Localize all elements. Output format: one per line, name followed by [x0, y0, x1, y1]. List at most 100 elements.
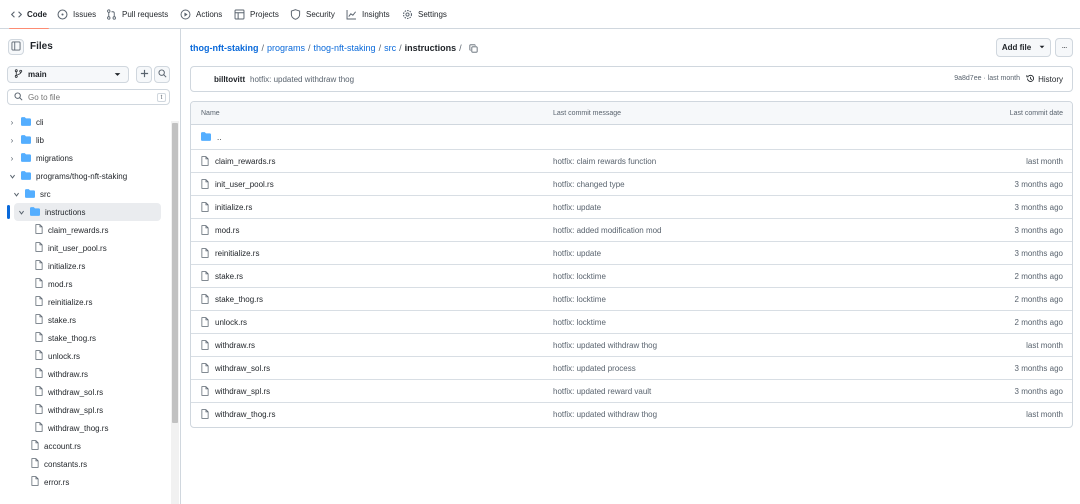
- breadcrumb-link[interactable]: programs: [267, 43, 305, 53]
- go-to-file-field[interactable]: t: [7, 89, 170, 105]
- file-name-link[interactable]: withdraw_spl.rs: [215, 387, 270, 396]
- table-row[interactable]: initialize.rs hotfix: update 3 months ag…: [191, 195, 1072, 218]
- breadcrumb-separator: /: [399, 43, 402, 53]
- file-name-link[interactable]: mod.rs: [215, 226, 239, 235]
- file-icon: [201, 408, 209, 421]
- commit-date: 3 months ago: [1014, 387, 1063, 396]
- file-icon: [35, 368, 43, 380]
- commit-message-link[interactable]: hotfix: locktime: [553, 265, 606, 288]
- table-row[interactable]: withdraw_sol.rs hotfix: updated process …: [191, 356, 1072, 379]
- copy-path-icon[interactable]: [469, 43, 478, 53]
- table-row[interactable]: reinitialize.rs hotfix: update 3 months …: [191, 241, 1072, 264]
- tree-item-label: stake.rs: [48, 315, 77, 325]
- commit-message-link[interactable]: hotfix: locktime: [553, 288, 606, 311]
- tab-pull-requests[interactable]: Pull requests: [106, 0, 168, 29]
- breadcrumb-separator: /: [261, 43, 264, 53]
- commit-message-link[interactable]: hotfix: updated reward vault: [553, 380, 651, 403]
- sidebar-scrollbar[interactable]: [171, 121, 179, 504]
- commit-message-link[interactable]: hotfix: updated process: [553, 357, 636, 380]
- tree-item-cli[interactable]: › cli: [8, 113, 44, 131]
- tab-code[interactable]: Code: [9, 0, 49, 30]
- file-name-link[interactable]: reinitialize.rs: [215, 249, 259, 258]
- table-row[interactable]: mod.rs hotfix: added modification mod 3 …: [191, 218, 1072, 241]
- commit-message-link[interactable]: hotfix: update: [553, 196, 601, 219]
- add-file-button[interactable]: Add file: [996, 38, 1051, 57]
- commit-meta[interactable]: 9a8d7ee · last month: [954, 75, 1020, 82]
- tree-item-file[interactable]: init_user_pool.rs: [35, 239, 107, 257]
- table-row[interactable]: init_user_pool.rs hotfix: changed type 3…: [191, 172, 1072, 195]
- tree-item-file[interactable]: mod.rs: [35, 275, 72, 293]
- file-name-cell: withdraw_thog.rs: [201, 403, 275, 426]
- branch-selector[interactable]: main: [7, 66, 129, 83]
- tree-item-file[interactable]: stake.rs: [35, 311, 76, 329]
- tree-item-programs[interactable]: programs/thog-nft-staking: [8, 167, 127, 185]
- history-button[interactable]: History: [1026, 74, 1063, 85]
- table-row[interactable]: withdraw.rs hotfix: updated withdraw tho…: [191, 333, 1072, 356]
- table-row[interactable]: unlock.rs hotfix: locktime 2 months ago: [191, 310, 1072, 333]
- tree-item-file[interactable]: reinitialize.rs: [35, 293, 92, 311]
- tree-item-file[interactable]: claim_rewards.rs: [35, 221, 108, 239]
- tree-item-file[interactable]: constants.rs: [31, 455, 87, 473]
- tree-item-file[interactable]: account.rs: [31, 437, 81, 455]
- tree-item-file[interactable]: stake_thog.rs: [35, 329, 96, 347]
- file-name-link[interactable]: unlock.rs: [215, 318, 247, 327]
- file-name-link[interactable]: withdraw_thog.rs: [215, 410, 275, 419]
- tab-insights[interactable]: Insights: [346, 0, 390, 29]
- tree-item-label: migrations: [36, 153, 73, 163]
- commit-message-link[interactable]: hotfix: changed type: [553, 173, 625, 196]
- file-name-link[interactable]: stake.rs: [215, 272, 243, 281]
- commit-message[interactable]: hotfix: updated withdraw thog: [250, 75, 354, 84]
- tab-actions[interactable]: Actions: [180, 0, 222, 29]
- table-row[interactable]: claim_rewards.rs hotfix: claim rewards f…: [191, 149, 1072, 172]
- commit-message-link[interactable]: hotfix: updated withdraw thog: [553, 403, 657, 426]
- breadcrumb-link[interactable]: thog-nft-staking: [314, 43, 376, 53]
- tree-item-file[interactable]: withdraw.rs: [35, 365, 88, 383]
- commit-message-link[interactable]: hotfix: update: [553, 242, 601, 265]
- file-icon: [35, 260, 43, 272]
- scrollbar-thumb[interactable]: [172, 123, 178, 423]
- add-file-tree-button[interactable]: [136, 66, 152, 83]
- table-row[interactable]: withdraw_spl.rs hotfix: updated reward v…: [191, 379, 1072, 402]
- file-name-link[interactable]: initialize.rs: [215, 203, 252, 212]
- tree-item-file[interactable]: error.rs: [31, 473, 69, 491]
- tab-security[interactable]: Security: [290, 0, 335, 29]
- table-row[interactable]: stake.rs hotfix: locktime 2 months ago: [191, 264, 1072, 287]
- commit-message-link[interactable]: hotfix: added modification mod: [553, 219, 662, 242]
- commit-author[interactable]: billtovitt: [214, 75, 245, 84]
- tree-item-migrations[interactable]: › migrations: [8, 149, 73, 167]
- file-name-cell: mod.rs: [201, 219, 239, 242]
- file-name-link[interactable]: init_user_pool.rs: [215, 180, 274, 189]
- tab-issues[interactable]: Issues: [57, 0, 96, 29]
- collapse-sidebar-button[interactable]: [8, 39, 24, 55]
- tab-settings[interactable]: Settings: [402, 0, 447, 29]
- table-row[interactable]: withdraw_thog.rs hotfix: updated withdra…: [191, 402, 1072, 425]
- parent-directory-link[interactable]: ..: [217, 133, 221, 142]
- tree-item-lib[interactable]: › lib: [8, 131, 44, 149]
- tree-item-file[interactable]: withdraw_spl.rs: [35, 401, 103, 419]
- file-icon: [201, 270, 209, 283]
- go-to-file-input[interactable]: [28, 92, 148, 102]
- parent-directory-row[interactable]: ..: [191, 126, 1072, 149]
- tree-item-file[interactable]: withdraw_sol.rs: [35, 383, 103, 401]
- file-name-link[interactable]: withdraw_sol.rs: [215, 364, 270, 373]
- file-name-link[interactable]: claim_rewards.rs: [215, 157, 275, 166]
- commit-message-link[interactable]: hotfix: locktime: [553, 311, 606, 334]
- file-name-link[interactable]: stake_thog.rs: [215, 295, 263, 304]
- commit-message-link[interactable]: hotfix: claim rewards function: [553, 150, 656, 173]
- commit-message-link[interactable]: hotfix: updated withdraw thog: [553, 334, 657, 357]
- breadcrumb-link[interactable]: src: [384, 43, 396, 53]
- search-tree-button[interactable]: [154, 66, 170, 83]
- tree-item-file[interactable]: initialize.rs: [35, 257, 85, 275]
- more-options-button[interactable]: ···: [1055, 38, 1073, 57]
- tab-label: Insights: [362, 10, 390, 19]
- table-row[interactable]: stake_thog.rs hotfix: locktime 2 months …: [191, 287, 1072, 310]
- tree-item-file[interactable]: unlock.rs: [35, 347, 80, 365]
- history-label: History: [1038, 75, 1063, 84]
- folder-open-icon: [21, 170, 31, 182]
- tree-item-src[interactable]: src: [12, 185, 51, 203]
- tab-projects[interactable]: Projects: [234, 0, 279, 29]
- tree-item-file[interactable]: withdraw_thog.rs: [35, 419, 108, 437]
- breadcrumb-repo-link[interactable]: thog-nft-staking: [190, 43, 258, 53]
- file-name-link[interactable]: withdraw.rs: [215, 341, 255, 350]
- tree-item-instructions[interactable]: instructions: [7, 203, 161, 221]
